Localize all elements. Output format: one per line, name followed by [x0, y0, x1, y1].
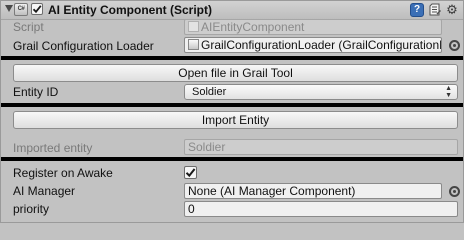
script-field: AIEntityComponent [184, 19, 442, 35]
object-picker-icon[interactable] [449, 40, 460, 51]
open-file-button[interactable]: Open file in Grail Tool [13, 64, 458, 82]
imported-entity-field: Soldier [184, 139, 458, 155]
imported-entity-value: Soldier [188, 140, 226, 154]
script-asset-icon [188, 21, 199, 32]
entity-id-label: Entity ID [13, 85, 59, 99]
script-label: Script [13, 20, 44, 34]
ai-manager-label: AI Manager [13, 184, 76, 198]
ai-manager-value: None (AI Manager Component) [188, 184, 356, 198]
priority-input[interactable]: 0 [184, 201, 458, 217]
checkmark-icon [185, 168, 196, 178]
register-on-awake-checkbox[interactable] [184, 166, 197, 179]
grail-loader-value: GrailConfigurationLoader (GrailConfigura… [201, 38, 441, 52]
entity-id-dropdown[interactable]: Soldier ▲ ▼ [184, 84, 458, 100]
grail-loader-field[interactable]: GrailConfigurationLoader (GrailConfigura… [184, 37, 442, 53]
separator [1, 157, 463, 161]
grail-loader-label: Grail Configuration Loader [13, 39, 154, 53]
object-icon [188, 39, 199, 50]
component-enabled-checkbox[interactable] [31, 3, 43, 15]
priority-value: 0 [188, 202, 195, 216]
inspector-panel: C# AI Entity Component (Script) ? ⚙ Scri… [0, 0, 464, 223]
updown-arrows-icon: ▲ ▼ [445, 85, 452, 99]
component-title: AI Entity Component (Script) [48, 3, 212, 17]
entity-id-value: Soldier [192, 86, 227, 98]
separator [1, 56, 463, 60]
script-component-icon: C# [14, 3, 28, 16]
checkmark-icon [32, 5, 42, 14]
gear-icon[interactable]: ⚙ [445, 3, 459, 17]
import-entity-button[interactable]: Import Entity [13, 111, 458, 129]
ai-manager-field[interactable]: None (AI Manager Component) [184, 183, 442, 199]
component-header[interactable]: C# AI Entity Component (Script) ? ⚙ [1, 1, 463, 20]
imported-entity-label: Imported entity [13, 141, 93, 155]
separator [1, 103, 463, 107]
register-on-awake-label: Register on Awake [13, 166, 113, 180]
help-icon[interactable]: ? [410, 3, 424, 17]
priority-label: priority [13, 202, 50, 216]
script-value: AIEntityComponent [201, 20, 305, 34]
object-picker-icon[interactable] [449, 186, 460, 197]
preset-icon[interactable] [428, 3, 442, 17]
foldout-arrow-icon[interactable] [5, 5, 13, 12]
